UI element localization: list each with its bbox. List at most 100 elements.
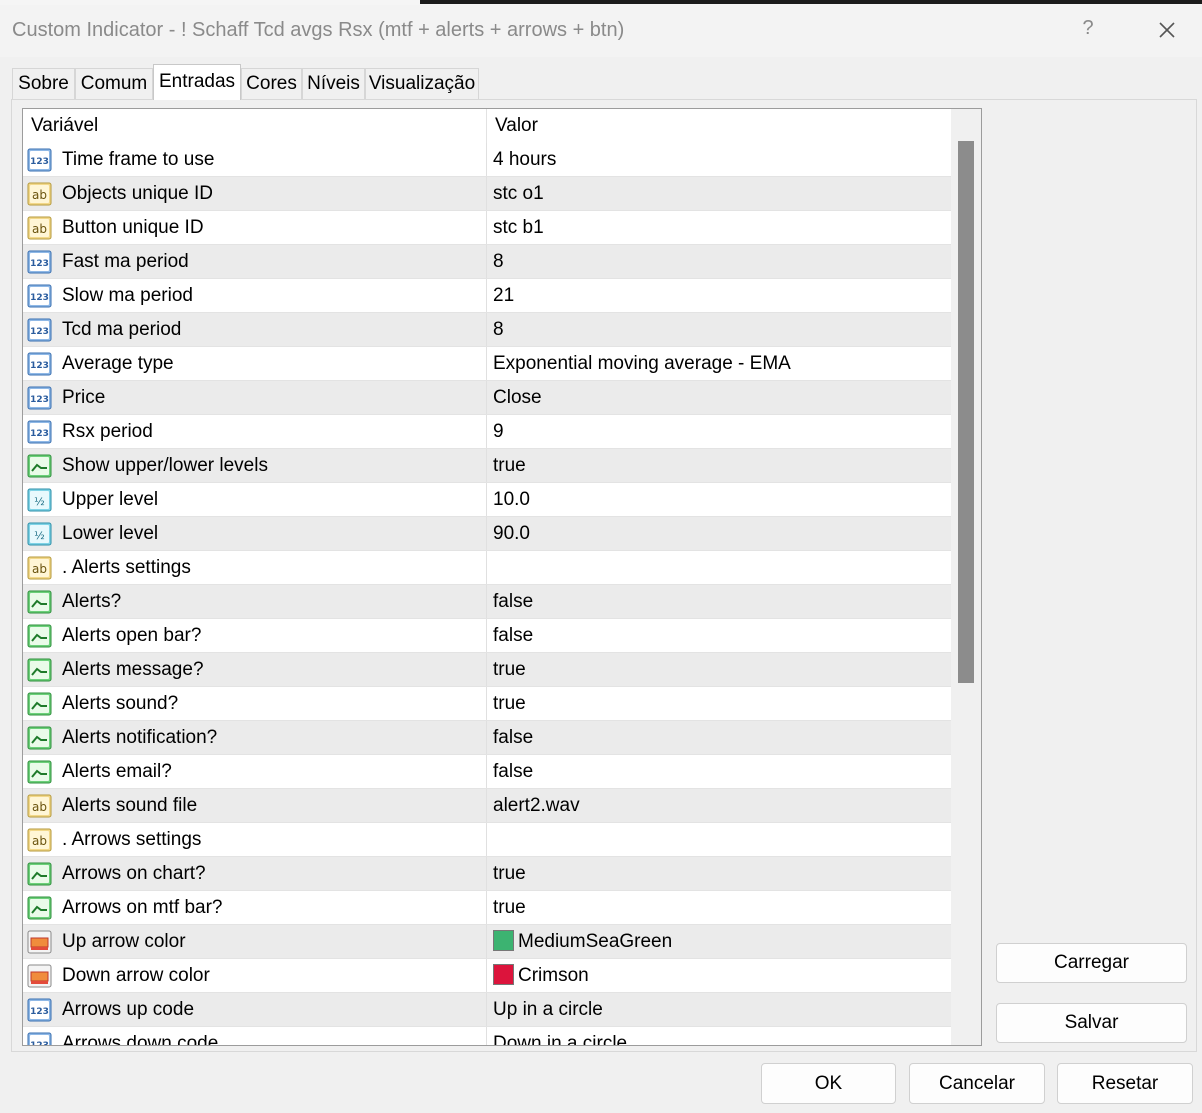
row-variable-cell[interactable]: 123 Arrows down code xyxy=(23,1027,487,1045)
table-row[interactable]: 123 Rsx period 9 xyxy=(23,415,951,449)
row-variable-cell[interactable]: 123 Fast ma period xyxy=(23,245,487,278)
row-value-cell[interactable]: Exponential moving average - EMA xyxy=(493,347,791,380)
row-value-cell[interactable]: true xyxy=(493,687,526,720)
row-variable-cell[interactable]: Alerts open bar? xyxy=(23,619,487,652)
row-variable-cell[interactable]: Alerts message? xyxy=(23,653,487,686)
row-value-cell[interactable]: true xyxy=(493,449,526,482)
row-value-cell[interactable]: MediumSeaGreen xyxy=(493,925,672,958)
table-row[interactable]: ½ Upper level 10.0 xyxy=(23,483,951,517)
table-row[interactable]: Alerts message? true xyxy=(23,653,951,687)
row-value-cell[interactable]: true xyxy=(493,653,526,686)
scrollbar-thumb[interactable] xyxy=(958,141,974,683)
row-variable-cell[interactable]: Alerts email? xyxy=(23,755,487,788)
tab-comum[interactable]: Comum xyxy=(75,68,153,99)
row-variable-cell[interactable]: 123 Average type xyxy=(23,347,487,380)
row-variable-cell[interactable]: Up arrow color xyxy=(23,925,487,958)
row-value-cell[interactable]: stc o1 xyxy=(493,177,544,210)
row-value-cell[interactable]: false xyxy=(493,755,533,788)
close-button[interactable] xyxy=(1150,13,1184,47)
row-value: 9 xyxy=(493,421,504,442)
table-row[interactable]: 123 Time frame to use 4 hours xyxy=(23,143,951,177)
row-value-cell[interactable]: 10.0 xyxy=(493,483,530,516)
table-row[interactable]: Down arrow color Crimson xyxy=(23,959,951,993)
row-value-cell[interactable]: true xyxy=(493,891,526,924)
row-value-cell[interactable]: Up in a circle xyxy=(493,993,603,1026)
table-row[interactable]: 123 Arrows down code Down in a circle xyxy=(23,1027,951,1045)
row-variable-cell[interactable]: ab . Alerts settings xyxy=(23,551,487,584)
tab-entradas[interactable]: Entradas xyxy=(153,64,241,100)
table-row[interactable]: Alerts? false xyxy=(23,585,951,619)
table-row[interactable]: 123 Slow ma period 21 xyxy=(23,279,951,313)
close-icon xyxy=(1159,22,1175,38)
table-row[interactable]: Up arrow color MediumSeaGreen xyxy=(23,925,951,959)
table-row[interactable]: 123 Tcd ma period 8 xyxy=(23,313,951,347)
row-variable-cell[interactable]: Arrows on chart? xyxy=(23,857,487,890)
table-row[interactable]: ab Alerts sound file alert2.wav xyxy=(23,789,951,823)
tab-sobre[interactable]: Sobre xyxy=(12,68,75,99)
reset-button[interactable]: Resetar xyxy=(1057,1063,1193,1104)
table-row[interactable]: Alerts open bar? false xyxy=(23,619,951,653)
table-row[interactable]: ab Objects unique ID stc o1 xyxy=(23,177,951,211)
table-row[interactable]: ab Button unique ID stc b1 xyxy=(23,211,951,245)
table-row[interactable]: Alerts sound? true xyxy=(23,687,951,721)
row-value-cell[interactable]: false xyxy=(493,585,533,618)
tab-niveis[interactable]: Níveis xyxy=(302,68,365,99)
table-row[interactable]: Alerts notification? false xyxy=(23,721,951,755)
row-value-cell[interactable]: Close xyxy=(493,381,542,414)
row-value-cell[interactable]: 8 xyxy=(493,313,504,346)
table-row[interactable]: Arrows on chart? true xyxy=(23,857,951,891)
table-row[interactable]: 123 Fast ma period 8 xyxy=(23,245,951,279)
row-variable-cell[interactable]: 123 Arrows up code xyxy=(23,993,487,1026)
row-variable-cell[interactable]: 123 Rsx period xyxy=(23,415,487,448)
tab-visualizacao[interactable]: Visualização xyxy=(365,68,479,99)
row-variable-cell[interactable]: ½ Lower level xyxy=(23,517,487,550)
vertical-scrollbar[interactable] xyxy=(951,109,981,1045)
row-variable-cell[interactable]: Alerts? xyxy=(23,585,487,618)
row-variable-cell[interactable]: Down arrow color xyxy=(23,959,487,992)
row-variable-cell[interactable]: Alerts notification? xyxy=(23,721,487,754)
row-variable-cell[interactable]: ab Button unique ID xyxy=(23,211,487,244)
cancel-button[interactable]: Cancelar xyxy=(909,1063,1045,1104)
table-row[interactable]: 123 Average type Exponential moving averag… xyxy=(23,347,951,381)
load-button[interactable]: Carregar xyxy=(996,943,1187,983)
row-value: false xyxy=(493,625,534,646)
row-value-cell[interactable]: false xyxy=(493,619,533,652)
row-value-cell[interactable]: 9 xyxy=(493,415,504,448)
row-value-cell[interactable]: false xyxy=(493,721,533,754)
row-value-cell[interactable]: 8 xyxy=(493,245,504,278)
table-row[interactable]: Show upper/lower levels true xyxy=(23,449,951,483)
help-button[interactable]: ? xyxy=(1076,17,1100,43)
row-variable-cell[interactable]: ab . Arrows settings xyxy=(23,823,487,856)
row-variable-cell[interactable]: Alerts sound? xyxy=(23,687,487,720)
save-button[interactable]: Salvar xyxy=(996,1003,1187,1043)
table-row[interactable]: Arrows on mtf bar? true xyxy=(23,891,951,925)
row-variable-cell[interactable]: Arrows on mtf bar? xyxy=(23,891,487,924)
row-value-cell[interactable]: stc b1 xyxy=(493,211,544,244)
table-row[interactable]: ½ Lower level 90.0 xyxy=(23,517,951,551)
column-header-variable[interactable]: Variável xyxy=(23,109,487,143)
row-value-cell[interactable]: Crimson xyxy=(493,959,589,992)
row-variable-cell[interactable]: 123 Price xyxy=(23,381,487,414)
row-value-cell[interactable]: Down in a circle xyxy=(493,1027,627,1045)
row-value-cell[interactable]: true xyxy=(493,857,526,890)
row-variable-cell[interactable]: ab Alerts sound file xyxy=(23,789,487,822)
tab-cores[interactable]: Cores xyxy=(241,68,302,99)
table-row[interactable]: ab . Alerts settings xyxy=(23,551,951,585)
table-row[interactable]: 123 Price Close xyxy=(23,381,951,415)
ok-button[interactable]: OK xyxy=(761,1063,896,1104)
row-value-cell[interactable]: 4 hours xyxy=(493,143,556,176)
row-value-cell[interactable]: 21 xyxy=(493,279,514,312)
row-variable-cell[interactable]: 123 Slow ma period xyxy=(23,279,487,312)
row-variable-cell[interactable]: 123 Time frame to use xyxy=(23,143,487,176)
row-variable-cell[interactable]: ½ Upper level xyxy=(23,483,487,516)
row-value-cell[interactable]: alert2.wav xyxy=(493,789,580,822)
row-variable-cell[interactable]: Show upper/lower levels xyxy=(23,449,487,482)
table-row[interactable]: Alerts email? false xyxy=(23,755,951,789)
color-type-icon xyxy=(26,962,54,990)
table-row[interactable]: 123 Arrows up code Up in a circle xyxy=(23,993,951,1027)
row-value-cell[interactable]: 90.0 xyxy=(493,517,530,550)
row-variable-cell[interactable]: 123 Tcd ma period xyxy=(23,313,487,346)
column-header-value[interactable]: Valor xyxy=(487,109,951,143)
table-row[interactable]: ab . Arrows settings xyxy=(23,823,951,857)
row-variable-cell[interactable]: ab Objects unique ID xyxy=(23,177,487,210)
